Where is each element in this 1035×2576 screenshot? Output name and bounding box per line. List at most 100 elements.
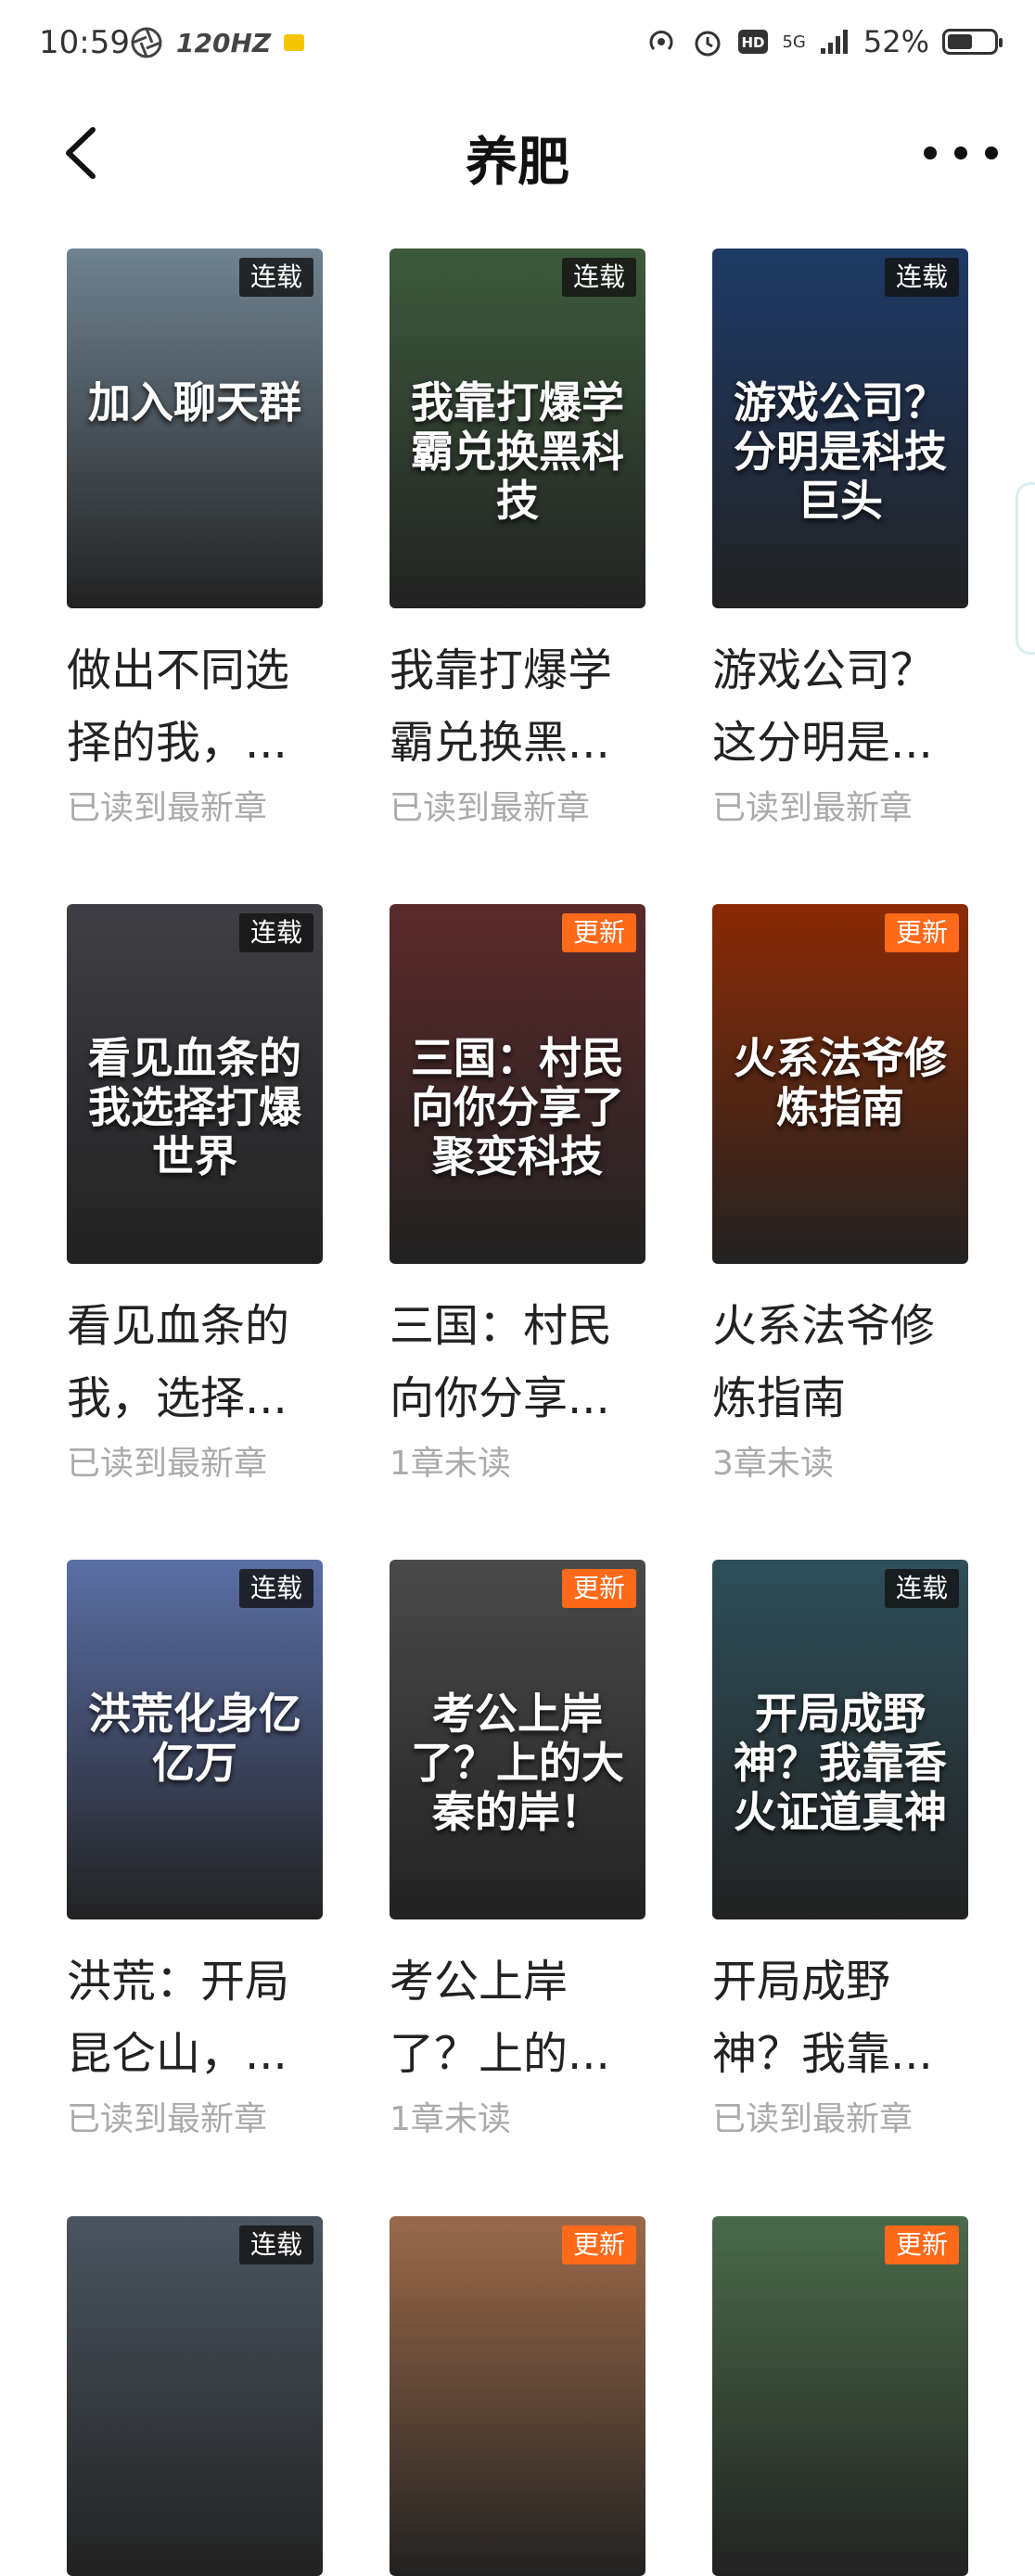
page-title: 养肥 [466,133,569,193]
book-cover[interactable]: 开局成野神？我靠香火证道真神 连载 [712,1560,968,1919]
svg-text:HD: HD [742,34,765,51]
book-title-line: 考公上岸 [390,1956,569,2008]
book-card[interactable]: 更新 [712,2216,981,2576]
serial-badge: 连载 [238,1569,313,1608]
serial-badge: 连载 [884,258,959,297]
book-title[interactable]: 游戏公司？ 这分明是... [712,634,981,779]
cover-title-art: 加入聊天群 [88,377,301,427]
more-dot-icon [985,147,998,159]
book-title[interactable]: 火系法爷修 炼指南 [712,1290,981,1435]
serial-badge: 连载 [561,258,636,297]
read-status: 已读到最新章 [712,2100,914,2138]
book-title[interactable]: 洪荒：开局昆仑山，... [67,1945,336,2090]
book-title-line: 这分明是... [712,717,933,769]
book-title-line: 炼指南 [712,1372,847,1424]
read-status: 已读到最新章 [712,789,914,827]
read-status: 已读到最新章 [67,789,268,827]
more-dot-icon [924,147,937,159]
cover-title-art: 三国：村民向你分享了聚变科技 [411,1033,624,1181]
book-card[interactable]: 游戏公司？分明是科技巨头 连载游戏公司？ 这分明是... 已读到最新章 [712,249,981,829]
book-title-line: 昆仑山，... [67,2028,288,2080]
serial-badge: 连载 [884,1569,959,1608]
read-status: 1章未读 [390,2100,511,2138]
book-card[interactable]: 更新 [390,2216,658,2576]
book-cover[interactable]: 火系法爷修炼指南 更新 [712,904,968,1264]
cover-title-art: 洪荒化身亿亿万 [88,1689,301,1788]
serial-badge: 连载 [238,2225,313,2264]
book-title-line: 了？上的... [390,2028,610,2080]
alarm-icon [695,31,721,57]
cover-title-art: 我靠打爆学霸兑换黑科技 [411,377,624,526]
book-card[interactable]: 加入聊天群 连载做出不同选 择的我，... 已读到最新章 [67,249,336,829]
book-title-line: 择的我，... [67,717,288,769]
book-title-line: 三国：村民 [390,1300,613,1352]
update-badge: 更新 [561,913,636,952]
book-cover[interactable]: 考公上岸了？上的大秦的岸！ 更新 [390,1560,645,1919]
book-title-line: 霸兑换黑... [390,717,610,769]
book-card[interactable]: 开局成野神？我靠香火证道真神 连载开局成野神？我靠... 已读到最新章 [712,1560,981,2140]
book-title-line: 火系法爷修 [712,1300,936,1352]
book-title-line: 游戏公司？ [712,644,936,696]
cover-title-art: 看见血条的我选择打爆世界 [88,1033,301,1181]
battery-percent: 52% [862,24,929,59]
signal-icon [820,30,848,54]
read-status: 已读到最新章 [67,2100,268,2138]
read-status: 已读到最新章 [390,789,591,827]
book-card[interactable]: 三国：村民向你分享了聚变科技 更新三国：村民向你分享... 1章未读 [390,904,658,1485]
book-title-line: 神？我靠... [712,2028,933,2080]
status-time: 10:59 [39,24,130,61]
book-cover[interactable]: 我靠打爆学霸兑换黑科技 连载 [390,249,645,608]
update-badge: 更新 [561,2225,636,2264]
book-cover[interactable]: 三国：村民向你分享了聚变科技 更新 [390,904,645,1264]
more-dot-icon [954,147,967,159]
book-card[interactable]: 火系法爷修炼指南 更新 火系法爷修 炼指南 3章未读 [712,904,981,1485]
book-cover[interactable]: 更新 [712,2216,968,2576]
book-title-line: 开局成野 [712,1956,891,2008]
update-badge: 更新 [884,2225,959,2264]
book-cover[interactable]: 洪荒化身亿亿万 连载 [67,1560,323,1919]
cover-title-art: 火系法爷修炼指南 [734,1033,947,1132]
read-status: 3章未读 [712,1445,834,1483]
book-title[interactable]: 考公上岸了？上的... [390,1945,658,2090]
update-badge: 更新 [561,1569,636,1608]
book-cover[interactable]: 游戏公司？分明是科技巨头 连载 [712,249,968,608]
cover-title-art: 开局成野神？我靠香火证道真神 [734,1689,947,1837]
book-title[interactable]: 开局成野神？我靠... [712,1945,981,2090]
book-card[interactable]: 我靠打爆学霸兑换黑科技 连载我靠打爆学霸兑换黑... 已读到最新章 [390,249,658,829]
floating-side-tab[interactable] [1016,482,1035,655]
network-type: 5G [782,32,806,52]
cover-title-art: 游戏公司？分明是科技巨头 [734,377,947,526]
book-cover[interactable]: 加入聊天群 连载 [67,249,323,608]
book-title[interactable]: 三国：村民向你分享... [390,1290,658,1435]
serial-badge: 连载 [238,913,313,952]
status-bar: 10:59 120HZ HD 5G 52% [0,0,1035,93]
book-title-line: 向你分享... [390,1372,610,1424]
cover-title-art: 考公上岸了？上的大秦的岸！ [411,1689,624,1837]
book-title[interactable]: 做出不同选 择的我，... [67,634,336,779]
read-status: 1章未读 [390,1445,511,1483]
serial-badge: 连载 [238,258,313,297]
book-title-line: 我，选择... [67,1372,288,1424]
hotspot-icon [649,31,673,51]
status-right-icons: HD 5G 52% [645,24,1003,59]
refresh-rate-label: 120HZ [176,27,272,58]
book-title-line: 看见血条的 [67,1300,290,1352]
book-cover[interactable]: 更新 [390,2216,645,2576]
read-status: 已读到最新章 [67,1445,268,1483]
book-card[interactable]: 连载 [67,2216,336,2576]
app-notification-icon [284,34,305,51]
book-title[interactable]: 我靠打爆学霸兑换黑... [390,634,658,779]
book-title-line: 洪荒：开局 [67,1956,290,2008]
battery-icon [942,29,1003,55]
book-cover[interactable]: 连载 [67,2216,323,2576]
book-title-line: 我靠打爆学 [390,644,613,696]
book-card[interactable]: 考公上岸了？上的大秦的岸！ 更新考公上岸了？上的... 1章未读 [390,1560,658,2140]
aperture-icon [131,27,162,58]
update-badge: 更新 [884,913,959,952]
book-title[interactable]: 看见血条的我，选择... [67,1290,336,1435]
book-card[interactable]: 看见血条的我选择打爆世界 连载看见血条的我，选择... 已读到最新章 [67,904,336,1485]
book-card[interactable]: 洪荒化身亿亿万 连载洪荒：开局昆仑山，... 已读到最新章 [67,1560,336,2140]
book-cover[interactable]: 看见血条的我选择打爆世界 连载 [67,904,323,1264]
header: 养肥 [0,102,1035,204]
more-button[interactable] [924,139,998,167]
